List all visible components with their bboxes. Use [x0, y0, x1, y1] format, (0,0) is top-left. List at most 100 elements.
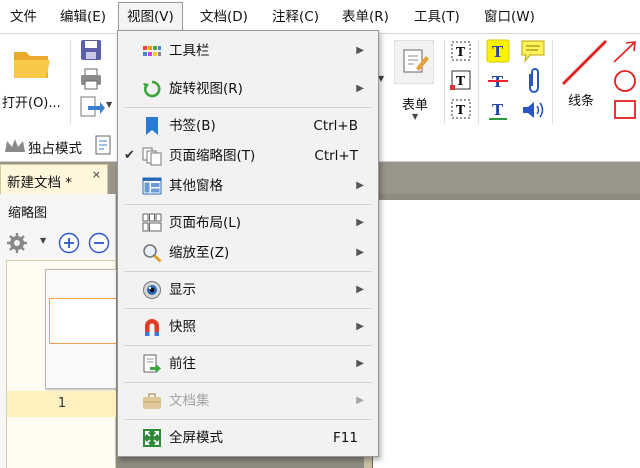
- menu-item-label: 工具栏: [169, 43, 210, 59]
- menu-item-label: 文档集: [169, 393, 210, 409]
- form-label: 表单: [402, 98, 429, 113]
- tab-title: 新建文档 *: [7, 175, 73, 191]
- menu-form[interactable]: 表单(R): [334, 0, 397, 34]
- thumbnail-list: 1: [6, 260, 125, 468]
- strikeout-icon[interactable]: T: [486, 69, 510, 93]
- svg-text:T: T: [456, 45, 465, 59]
- thumbnail-panel: 缩略图 ▼ 1: [0, 194, 125, 468]
- text-field-icon[interactable]: T: [450, 40, 472, 62]
- menu-item-shortcut: Ctrl+B: [313, 118, 358, 134]
- submenu-arrow-icon: ▶: [356, 83, 364, 94]
- export-icon[interactable]: [80, 96, 106, 118]
- fullscreen-icon: [143, 429, 161, 447]
- menu-window[interactable]: 窗口(W): [476, 0, 543, 34]
- close-icon[interactable]: ×: [92, 168, 101, 181]
- menu-divider: [124, 419, 372, 420]
- menu-item-label: 前往: [169, 356, 196, 372]
- menu-view[interactable]: 视图(V): [118, 2, 183, 33]
- zoom-out-icon[interactable]: [88, 232, 110, 254]
- menu-item-rotate-view[interactable]: 旋转视图(R) ▶: [118, 75, 378, 103]
- submenu-arrow-icon: ▶: [356, 217, 364, 228]
- view-menu-dropdown: 工具栏 ▶ 旋转视图(R) ▶ 书签(B) Ctrl+B ✔ 页面缩略图(T) …: [117, 30, 379, 457]
- menu-item-go-to[interactable]: 前往 ▶: [118, 350, 378, 378]
- thumbnail-toolbar: ▼: [0, 228, 116, 256]
- document-properties-icon[interactable]: [94, 135, 114, 157]
- menu-item-bookmarks[interactable]: 书签(B) Ctrl+B: [118, 112, 378, 140]
- arrow-tool-icon[interactable]: [612, 40, 638, 64]
- page-thumbnail[interactable]: [45, 269, 125, 389]
- menu-item-label: 显示: [169, 282, 196, 298]
- export-dropdown-icon[interactable]: ▼: [106, 100, 112, 109]
- menu-item-label: 页面布局(L): [169, 215, 242, 231]
- svg-text:T: T: [456, 103, 465, 117]
- chevron-down-icon[interactable]: ▼: [40, 236, 46, 245]
- svg-text:T: T: [456, 74, 465, 88]
- menu-item-label: 书签(B): [169, 118, 216, 134]
- menu-divider: [124, 107, 372, 108]
- panes-icon: [142, 177, 162, 195]
- save-icon[interactable]: [80, 39, 102, 61]
- svg-text:T: T: [492, 101, 504, 119]
- menu-item-label: 快照: [169, 319, 196, 335]
- submenu-arrow-icon: ▶: [356, 321, 364, 332]
- typewriter-icon[interactable]: T: [450, 69, 472, 91]
- print-icon[interactable]: [80, 68, 102, 90]
- viewport-selection-box[interactable]: [49, 298, 125, 344]
- note-icon[interactable]: [520, 39, 546, 63]
- line-tool-icon[interactable]: [560, 38, 610, 88]
- underline-icon[interactable]: T: [486, 98, 510, 122]
- menu-item-toolbar[interactable]: 工具栏 ▶: [118, 37, 378, 65]
- gear-icon[interactable]: [6, 232, 28, 254]
- menu-item-label: 缩放至(Z): [169, 245, 230, 261]
- magnet-icon: [145, 319, 159, 336]
- exclusive-mode-label[interactable]: 独占模式: [28, 137, 82, 157]
- open-label: 打开(O)...: [2, 96, 61, 111]
- menu-item-shortcut: F11: [333, 430, 358, 446]
- zoom-in-icon[interactable]: [58, 232, 80, 254]
- menu-item-other-panes[interactable]: 其他窗格 ▶: [118, 172, 378, 200]
- menu-item-zoom-to[interactable]: 缩放至(Z) ▶: [118, 239, 378, 267]
- menu-edit[interactable]: 编辑(E): [52, 0, 114, 34]
- tab-new-document[interactable]: 新建文档 * ×: [0, 164, 108, 194]
- menu-divider: [124, 271, 372, 272]
- document-page[interactable]: [372, 200, 640, 468]
- thumbnails-icon: [142, 147, 162, 166]
- menu-tools[interactable]: 工具(T): [406, 0, 468, 34]
- highlight-text-icon[interactable]: T: [486, 39, 510, 63]
- menu-divider: [124, 204, 372, 205]
- textbox-icon[interactable]: T: [450, 98, 472, 120]
- menu-comment[interactable]: 注释(C): [264, 0, 327, 34]
- goto-icon: [143, 354, 161, 373]
- sound-icon[interactable]: [520, 99, 546, 121]
- circle-tool-icon[interactable]: [612, 68, 638, 94]
- menu-bar: 文件 编辑(E) 视图(V) 文档(D) 注释(C) 表单(R) 工具(T) 窗…: [0, 0, 640, 34]
- menu-document[interactable]: 文档(D): [192, 0, 256, 34]
- menu-item-label: 旋转视图(R): [169, 81, 243, 97]
- menu-item-page-thumbnails[interactable]: ✔ 页面缩略图(T) Ctrl+T: [118, 142, 378, 170]
- eye-icon: [143, 281, 161, 299]
- submenu-arrow-icon: ▶: [356, 395, 364, 406]
- rectangle-tool-icon[interactable]: [612, 98, 638, 122]
- menu-item-label: 其他窗格: [169, 178, 223, 194]
- page-layout-icon: [142, 213, 162, 232]
- menu-item-label: 页面缩略图(T): [169, 148, 256, 164]
- form-icon: [394, 40, 434, 84]
- form-button[interactable]: 表单 ▼: [392, 38, 440, 122]
- submenu-arrow-icon: ▶: [356, 45, 364, 56]
- menu-file[interactable]: 文件: [2, 0, 45, 34]
- menu-divider: [124, 382, 372, 383]
- line-label: 线条: [568, 94, 595, 109]
- menu-item-page-layout[interactable]: 页面布局(L) ▶: [118, 209, 378, 237]
- attachment-icon[interactable]: [522, 68, 544, 94]
- menu-item-shortcut: Ctrl+T: [314, 148, 358, 164]
- menu-item-display[interactable]: 显示 ▶: [118, 276, 378, 304]
- menu-item-portfolio: 文档集 ▶: [118, 387, 378, 415]
- menu-divider: [124, 345, 372, 346]
- page-number: 1: [7, 391, 117, 417]
- menu-item-label: 全屏模式: [169, 430, 223, 446]
- open-button[interactable]: 打开(O)...: [2, 38, 66, 122]
- menu-item-snapshot[interactable]: 快照 ▶: [118, 313, 378, 341]
- menu-item-full-screen[interactable]: 全屏模式 F11: [118, 424, 378, 452]
- rotate-icon: [143, 80, 161, 98]
- zoom-icon: [143, 244, 162, 263]
